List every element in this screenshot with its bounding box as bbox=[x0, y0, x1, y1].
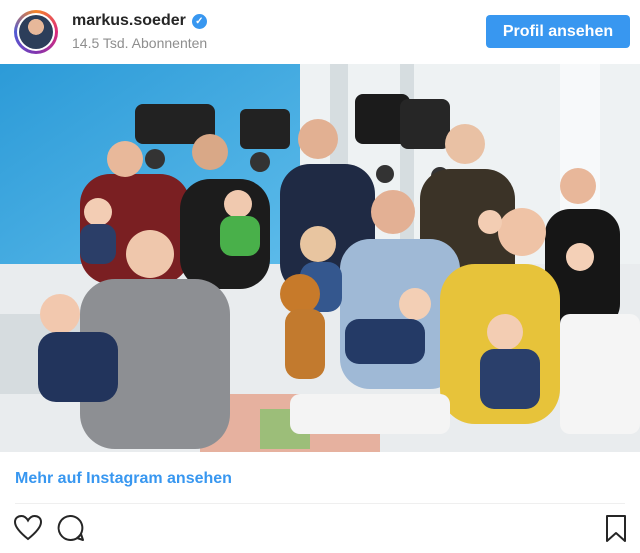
view-profile-button[interactable]: Profil ansehen bbox=[486, 15, 630, 48]
username-row: markus.soeder ✓ bbox=[72, 12, 207, 30]
bookmark-icon[interactable] bbox=[600, 512, 632, 544]
heart-icon[interactable] bbox=[12, 512, 44, 544]
follower-count: 14.5 Tsd. Abonnenten bbox=[72, 35, 208, 51]
more-on-instagram-link[interactable]: Mehr auf Instagram ansehen bbox=[15, 470, 232, 488]
comment-icon[interactable] bbox=[54, 512, 86, 544]
post-photo[interactable] bbox=[0, 64, 640, 452]
group-photo-illustration bbox=[0, 64, 640, 452]
post-header: markus.soeder ✓ 14.5 Tsd. Abonnenten Pro… bbox=[0, 0, 640, 64]
verified-badge-icon: ✓ bbox=[191, 13, 207, 29]
username[interactable]: markus.soeder bbox=[72, 12, 186, 30]
divider bbox=[15, 503, 625, 504]
avatar[interactable] bbox=[14, 10, 58, 54]
